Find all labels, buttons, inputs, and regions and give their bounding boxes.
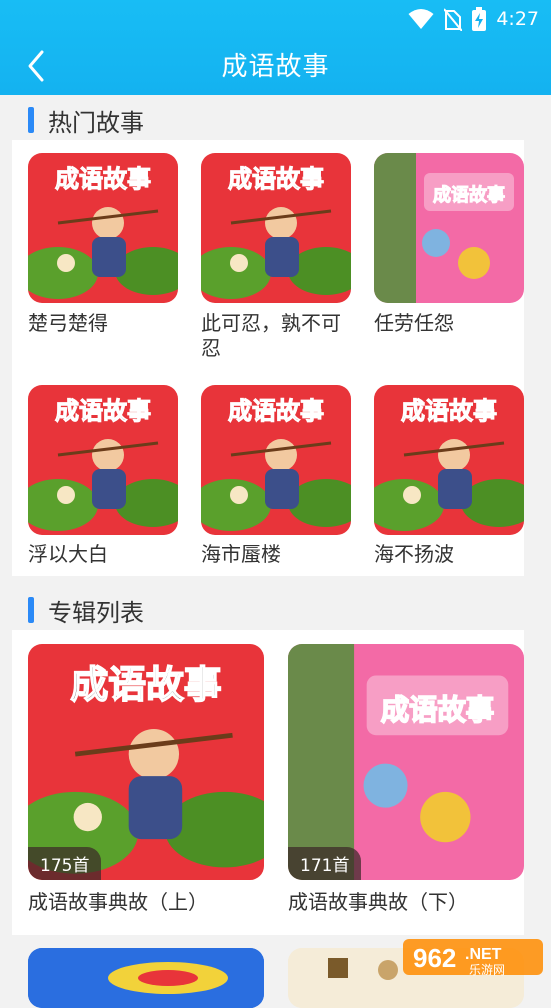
status-time: 4:27 <box>496 8 539 30</box>
cover-art: 成语故事 <box>28 644 264 880</box>
svg-text:962: 962 <box>413 943 456 973</box>
site-watermark: 962 .NET 乐游网 <box>403 937 543 977</box>
red-cover: 成语故事 <box>28 153 178 303</box>
story-title: 海不扬波 <box>374 542 454 566</box>
cover-art: 成语故事 <box>288 644 524 880</box>
no-sim-icon <box>444 8 463 31</box>
story-title: 楚弓楚得 <box>28 311 108 335</box>
app-header: 4:27 成语故事 <box>0 0 551 95</box>
status-bar: 4:27 <box>408 6 539 32</box>
svg-text:成语故事: 成语故事 <box>381 694 494 727</box>
album-title: 成语故事典故（上） <box>28 890 208 914</box>
battery-charging-icon <box>472 7 487 31</box>
watermark-logo: 962 .NET 乐游网 <box>403 939 543 977</box>
red-cover: 成语故事 175首 <box>28 644 264 880</box>
red-cover: 成语故事 <box>28 385 178 535</box>
story-title: 海市蜃楼 <box>201 542 281 566</box>
track-count-badge: 175首 <box>28 847 102 880</box>
track-count-badge: 171首 <box>288 847 362 880</box>
red-cover: 成语故事 <box>201 385 351 535</box>
cover-art: 成语故事 <box>201 385 351 535</box>
cover-art <box>28 948 264 1008</box>
pink-cover: 成语故事 <box>374 153 524 303</box>
album-section-title: 专辑列表 <box>48 598 144 627</box>
svg-text:成语故事: 成语故事 <box>401 397 497 425</box>
cover-art: 成语故事 <box>374 153 524 303</box>
album-title: 成语故事典故（下） <box>288 890 468 914</box>
section-accent-bar <box>28 107 34 133</box>
blue-cover <box>28 948 264 1008</box>
cover-art: 成语故事 <box>201 153 351 303</box>
cover-art: 成语故事 <box>28 153 178 303</box>
pink-cover: 成语故事 171首 <box>288 644 524 880</box>
cover-art: 成语故事 <box>374 385 524 535</box>
hot-section-title: 热门故事 <box>48 108 144 137</box>
section-accent-bar <box>28 597 34 623</box>
svg-text:乐游网: 乐游网 <box>469 963 505 977</box>
red-cover: 成语故事 <box>201 153 351 303</box>
svg-text:.NET: .NET <box>465 946 502 963</box>
svg-text:成语故事: 成语故事 <box>228 165 324 193</box>
red-cover: 成语故事 <box>374 385 524 535</box>
wifi-icon <box>408 9 434 29</box>
svg-text:成语故事: 成语故事 <box>433 184 505 206</box>
story-title: 此可忍，孰不可忍 <box>201 311 341 360</box>
story-title: 任劳任怨 <box>374 311 454 335</box>
svg-text:成语故事: 成语故事 <box>71 662 222 706</box>
album-section-heading: 专辑列表 <box>28 590 144 630</box>
svg-text:成语故事: 成语故事 <box>55 397 151 425</box>
cover-art: 成语故事 <box>28 385 178 535</box>
page-title: 成语故事 <box>221 52 330 82</box>
story-title: 浮以大白 <box>28 542 108 566</box>
hot-section-heading: 热门故事 <box>28 100 144 140</box>
svg-text:成语故事: 成语故事 <box>55 165 151 193</box>
svg-text:成语故事: 成语故事 <box>228 397 324 425</box>
